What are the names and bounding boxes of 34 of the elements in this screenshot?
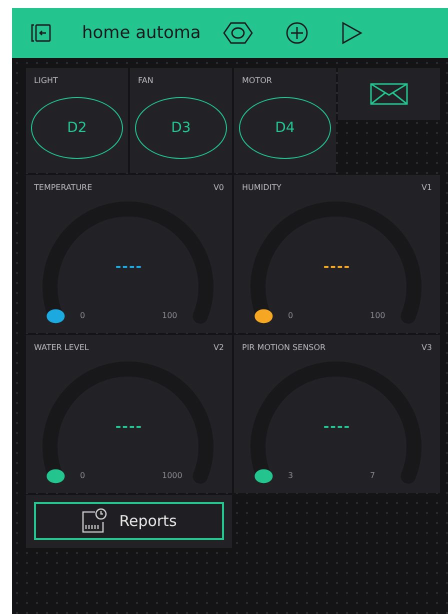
play-icon[interactable] (340, 21, 363, 45)
gauge-max: 100 (162, 311, 178, 320)
gauge-min: 0 (80, 471, 86, 480)
exit-icon[interactable] (30, 23, 52, 43)
gauge-min: 3 (288, 471, 294, 480)
button-label: FAN (138, 76, 154, 85)
report-icon (81, 508, 108, 534)
gauge-label: WATER LEVEL (34, 343, 89, 352)
pin-button[interactable]: D4 (239, 97, 331, 159)
gauge-min: 0 (80, 311, 86, 320)
gauge-value: ---- (322, 419, 352, 435)
settings-icon[interactable] (222, 21, 253, 45)
button-label: MOTOR (242, 76, 272, 85)
pin-label: V3 (421, 343, 432, 352)
pin-button[interactable]: D3 (135, 97, 227, 159)
button-label: LIGHT (34, 76, 58, 85)
gauge-label: PIR MOTION SENSOR (242, 343, 326, 352)
gauge-max: 100 (370, 311, 386, 320)
gauge-max: 7 (370, 471, 376, 480)
gauge-min: 0 (288, 311, 294, 320)
gauge-value: ---- (114, 259, 144, 275)
gauge-max: 1000 (162, 471, 182, 480)
gauge-label: HUMIDITY (242, 183, 282, 192)
project-title: home automa (82, 23, 201, 43)
reports-button[interactable]: Reports (34, 502, 224, 540)
gauge-value: ---- (322, 259, 352, 275)
pin-label: V1 (421, 183, 432, 192)
pin-label: V2 (213, 343, 224, 352)
pin-button[interactable]: D2 (31, 97, 123, 159)
pin-label: V0 (213, 183, 224, 192)
add-icon[interactable] (284, 21, 309, 45)
gauge-label: TEMPERATURE (34, 183, 92, 192)
mail-icon[interactable] (338, 68, 440, 120)
gauge-value: ---- (114, 419, 144, 435)
